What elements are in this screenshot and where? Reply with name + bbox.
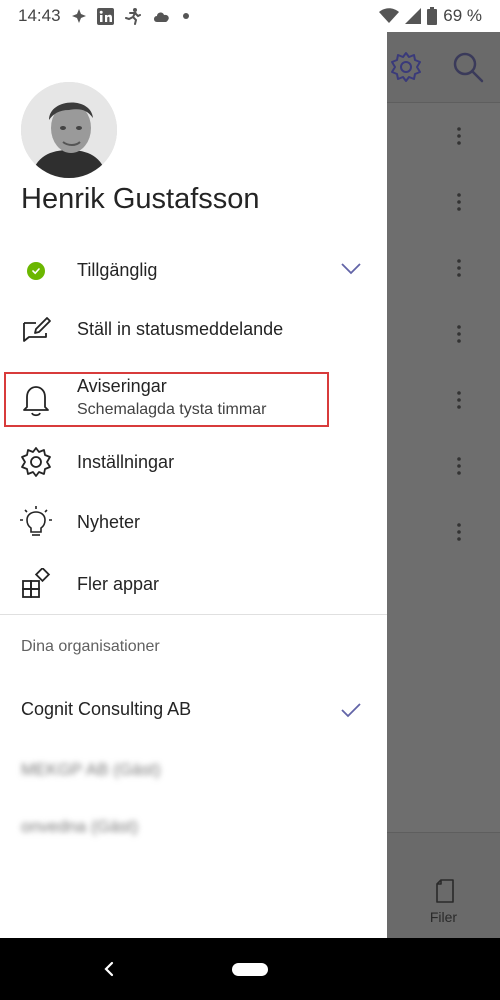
avatar[interactable] bbox=[21, 82, 117, 178]
app-notification-icon bbox=[71, 8, 87, 24]
profile-name: Henrik Gustafsson bbox=[21, 183, 260, 215]
status-time: 14:43 bbox=[18, 6, 61, 25]
background-app-overlay[interactable]: Filer bbox=[387, 32, 500, 939]
checkmark-icon bbox=[341, 703, 361, 718]
more-options-icon bbox=[457, 523, 461, 541]
organization-current[interactable]: Cognit Consulting AB bbox=[21, 699, 191, 720]
gear-icon bbox=[389, 50, 423, 89]
organization-item-blurred[interactable]: onvedna (Gäst) bbox=[21, 817, 138, 837]
profile-drawer: Henrik Gustafsson Tillgänglig Ställ in s… bbox=[0, 32, 387, 938]
notifications-sublabel: Schemalagda tysta timmar bbox=[77, 401, 267, 418]
background-app-header bbox=[387, 32, 500, 103]
activity-icon bbox=[124, 7, 142, 25]
gear-icon bbox=[18, 444, 54, 480]
status-selector[interactable]: Tillgänglig bbox=[0, 244, 387, 298]
status-available-icon bbox=[18, 253, 54, 289]
status-label: Tillgänglig bbox=[77, 260, 158, 280]
chevron-down-icon[interactable] bbox=[340, 262, 362, 276]
background-app-footer: Filer bbox=[387, 832, 500, 939]
divider bbox=[0, 614, 387, 615]
apps-icon bbox=[18, 566, 54, 602]
home-pill[interactable] bbox=[232, 963, 268, 976]
settings-label: Inställningar bbox=[77, 452, 175, 472]
organizations-title: Dina organisationer bbox=[21, 638, 160, 655]
battery-icon bbox=[427, 7, 438, 25]
more-options-icon bbox=[457, 457, 461, 475]
set-status-message-label: Ställ in statusmeddelande bbox=[77, 319, 284, 339]
more-apps-label: Fler appar bbox=[77, 574, 160, 594]
system-navigation-bar bbox=[0, 938, 500, 1000]
status-bar: 14:43 69 % bbox=[0, 0, 500, 32]
more-options-icon bbox=[457, 127, 461, 145]
more-options-icon bbox=[457, 391, 461, 409]
notifications-label: Aviseringar bbox=[77, 376, 167, 396]
lightbulb-icon bbox=[18, 505, 54, 541]
notifications-item[interactable]: Aviseringar Schemalagda tysta timmar bbox=[0, 370, 387, 430]
dot-icon bbox=[182, 12, 190, 20]
files-tab-label: Filer bbox=[429, 909, 458, 925]
edit-message-icon bbox=[18, 313, 54, 349]
organization-item-blurred[interactable]: MEKGP AB (Gäst) bbox=[21, 760, 161, 780]
cloud-icon bbox=[152, 9, 172, 23]
news-item[interactable]: Nyheter bbox=[0, 495, 387, 549]
more-options-icon bbox=[457, 325, 461, 343]
wifi-icon bbox=[379, 8, 400, 24]
linkedin-icon bbox=[96, 7, 114, 25]
search-icon bbox=[451, 50, 485, 89]
back-icon[interactable] bbox=[100, 956, 118, 982]
set-status-message-item[interactable]: Ställ in statusmeddelande bbox=[0, 302, 387, 356]
more-apps-item[interactable]: Fler appar bbox=[0, 556, 387, 610]
file-icon bbox=[435, 879, 455, 908]
bell-icon bbox=[18, 382, 54, 418]
signal-icon bbox=[405, 8, 422, 24]
news-label: Nyheter bbox=[77, 512, 141, 532]
battery-percent: 69 % bbox=[443, 6, 482, 25]
more-options-icon bbox=[457, 193, 461, 211]
more-options-icon bbox=[457, 259, 461, 277]
settings-item[interactable]: Inställningar bbox=[0, 434, 387, 488]
